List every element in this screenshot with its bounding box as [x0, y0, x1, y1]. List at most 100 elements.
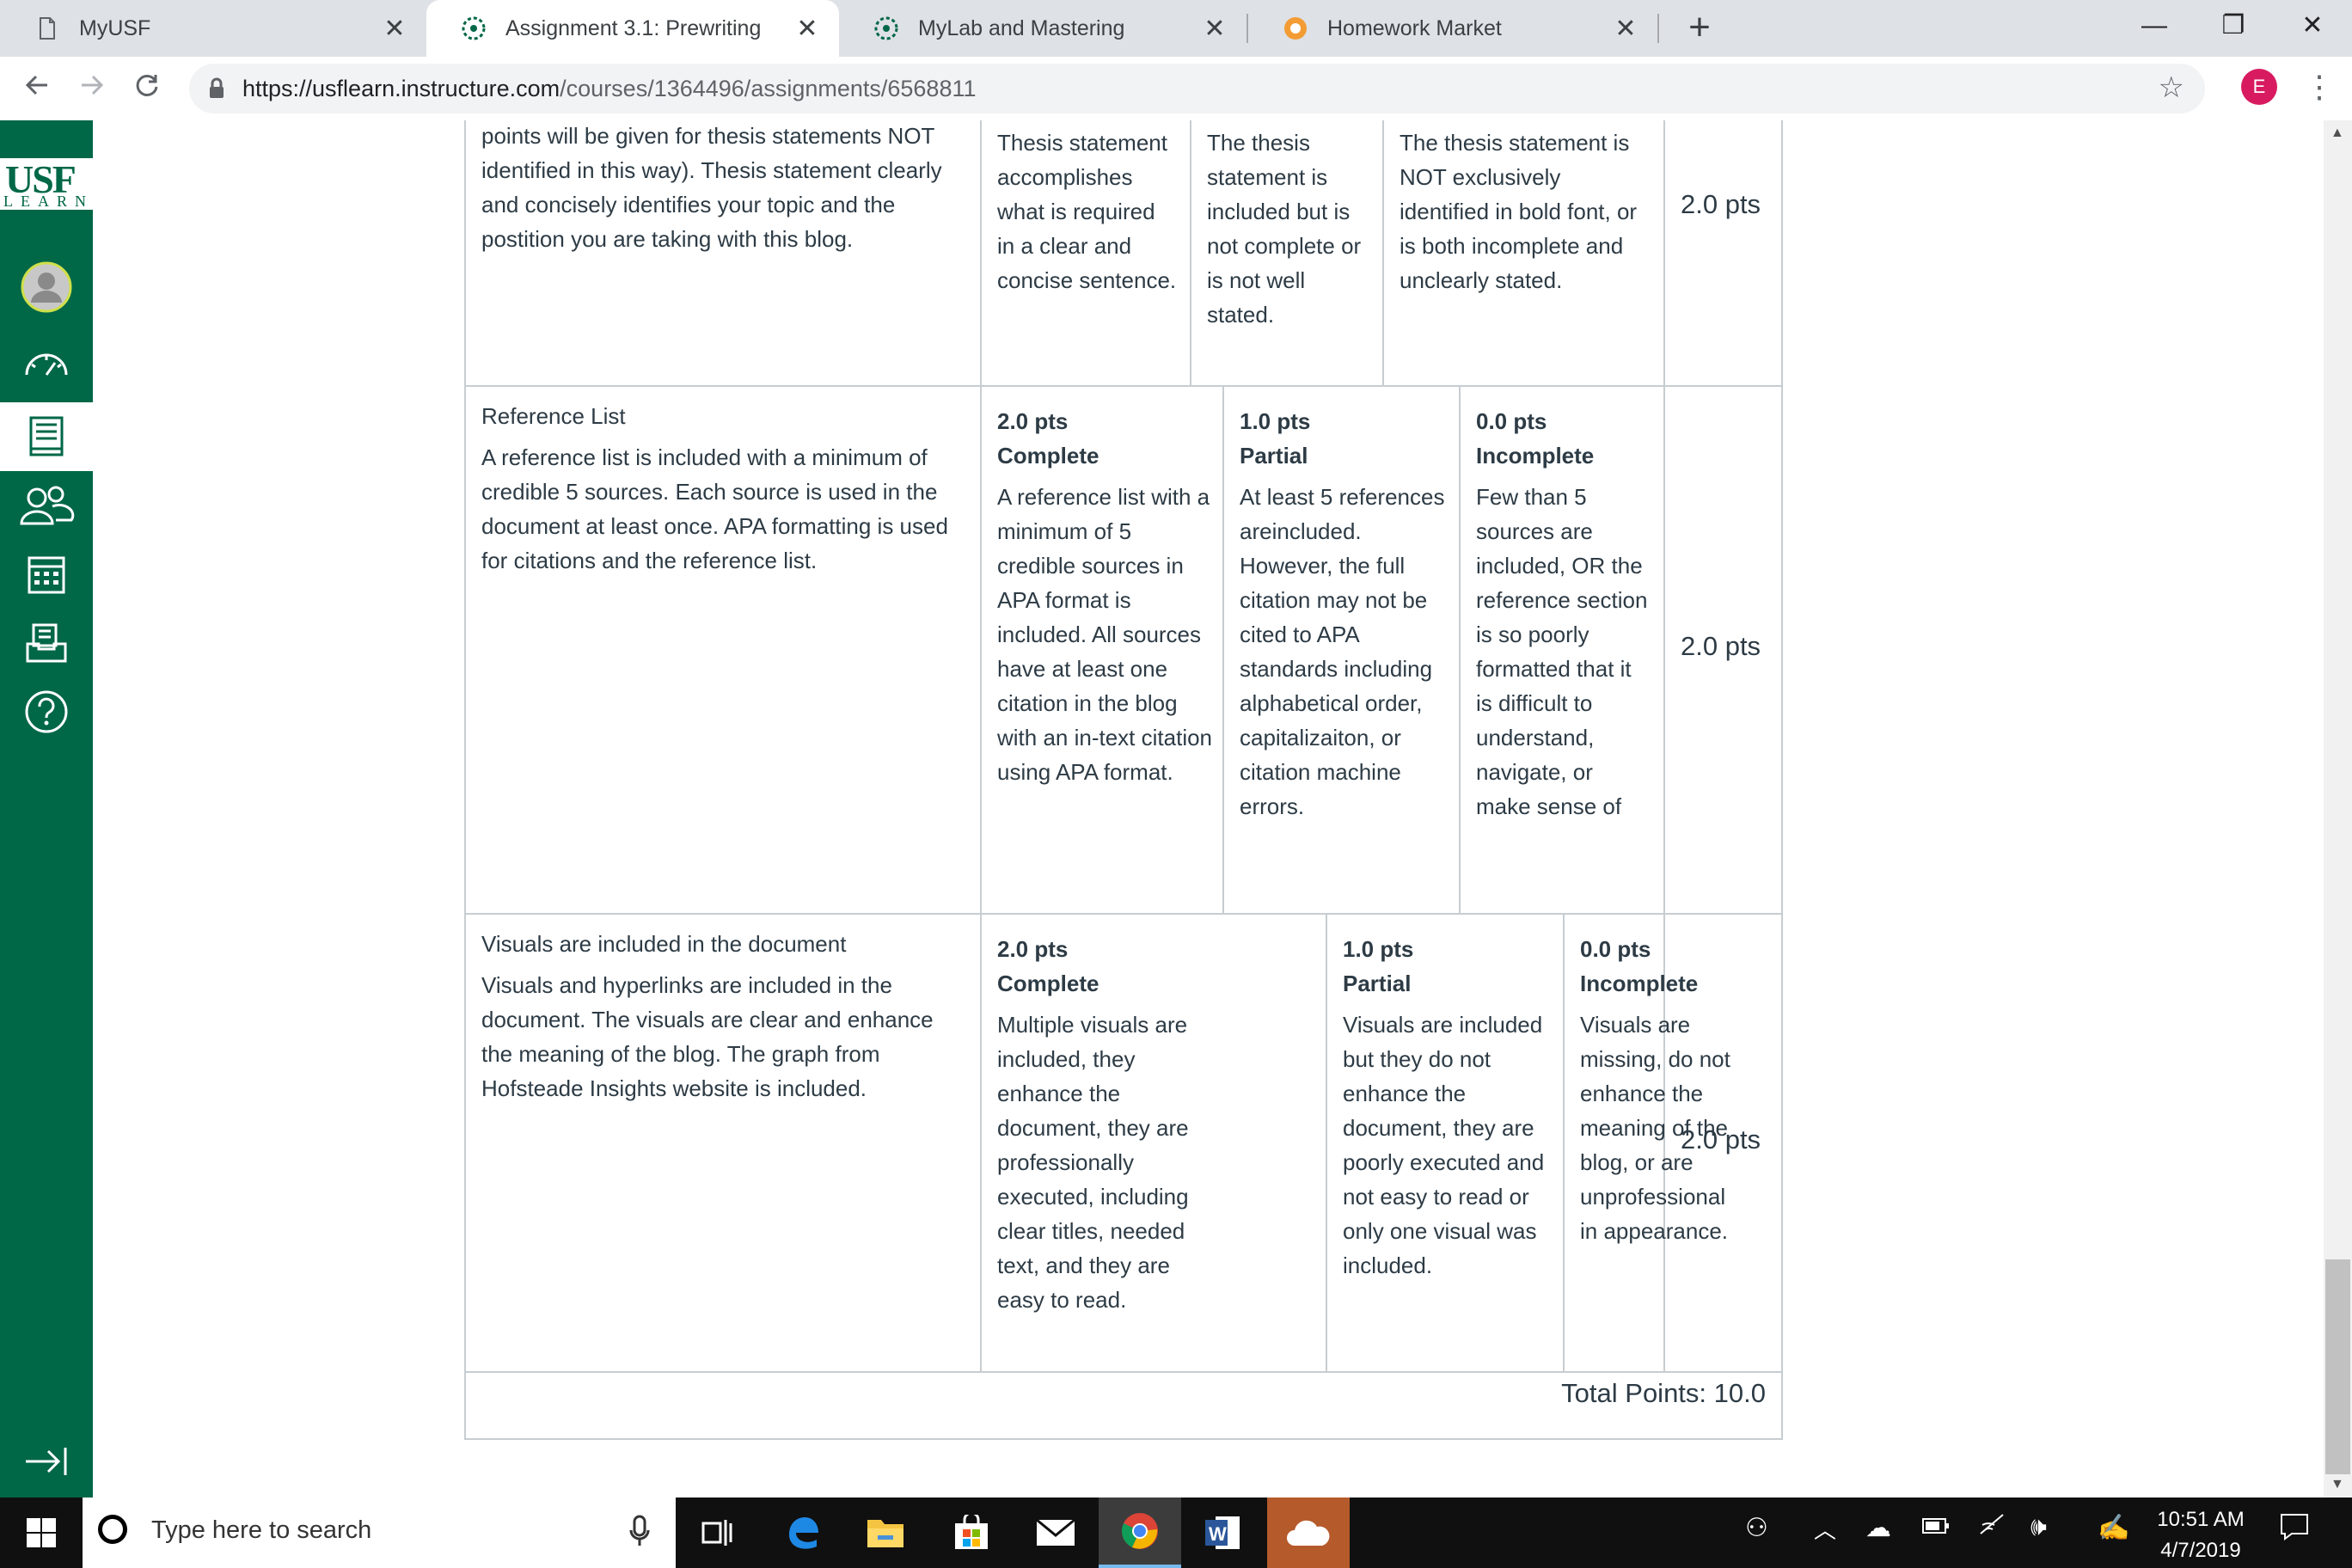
logo-sub-text: LEARN — [3, 193, 94, 210]
clock-time: 10:51 AM — [2157, 1508, 2245, 1531]
url-host: https://usflearn.instructure.com — [242, 76, 560, 101]
taskbar-search-box[interactable]: Type here to search — [83, 1498, 676, 1568]
nav-dashboard[interactable] — [0, 328, 93, 397]
rating-divider — [1563, 913, 1565, 1372]
profile-avatar[interactable]: E — [2241, 69, 2277, 105]
page-scrollbar[interactable]: ▲ ▼ — [2324, 120, 2352, 1498]
nav-groups[interactable] — [0, 471, 93, 540]
mail-icon — [1036, 1518, 1075, 1546]
scrollbar-thumb[interactable] — [2325, 1259, 2350, 1474]
forward-button[interactable] — [69, 65, 115, 112]
lock-icon — [210, 77, 224, 98]
file-explorer-icon — [867, 1520, 903, 1547]
rating-divider — [1326, 913, 1327, 1372]
close-tab-icon[interactable]: ✕ — [793, 14, 822, 44]
rating-points: 2.0 pts — [997, 936, 1069, 962]
nav-inbox[interactable] — [0, 609, 93, 677]
tab-title: Homework Market — [1327, 15, 1502, 40]
rating-title: Partial — [1240, 443, 1308, 469]
chrome-icon — [1121, 1513, 1158, 1549]
close-tab-icon[interactable]: ✕ — [1200, 14, 1229, 44]
address-bar[interactable]: https://usflearn.instructure.com/courses… — [189, 64, 2205, 113]
close-tab-icon[interactable]: ✕ — [380, 14, 409, 44]
criterion-title: Visuals are included in the document — [481, 931, 847, 957]
rating-description: The thesis statement is included but is … — [1207, 130, 1362, 328]
start-button[interactable] — [0, 1498, 83, 1568]
table-left-border — [464, 120, 466, 1440]
minimize-button[interactable]: — — [2115, 0, 2194, 57]
rating-points: 0.0 pts — [1580, 936, 1651, 962]
rating-description: The thesis statement is NOT exclusively … — [1400, 130, 1638, 293]
nav-help[interactable] — [0, 677, 93, 746]
scroll-up-icon[interactable]: ▲ — [2331, 126, 2344, 141]
file-explorer-button[interactable] — [844, 1498, 927, 1568]
scroll-down-icon[interactable]: ▼ — [2331, 1477, 2344, 1492]
back-arrow-icon — [25, 75, 47, 95]
store-button[interactable] — [930, 1498, 1013, 1568]
tab-assignment[interactable]: Assignment 3.1: Prewriting ✕ — [426, 0, 839, 57]
edge-button[interactable] — [762, 1498, 844, 1568]
rating-divider — [1222, 385, 1224, 914]
global-navigation: USF LEARN — [0, 120, 93, 1498]
table-bottom-border — [464, 1438, 1783, 1440]
task-view-button[interactable] — [676, 1498, 758, 1568]
rating-divider — [1190, 120, 1191, 386]
inbox-icon — [26, 623, 67, 663]
criterion-description: Visuals and hyperlinks are included in t… — [481, 972, 934, 1101]
action-center-icon[interactable] — [2280, 1513, 2309, 1547]
rating-cell: 1.0 pts Partial Visuals are included but… — [1343, 932, 1554, 1283]
people-icon[interactable]: ⚇ — [1745, 1513, 1768, 1543]
wifi-icon[interactable] — [1979, 1513, 2005, 1542]
restore-button[interactable]: ❐ — [2194, 0, 2273, 57]
nav-account[interactable] — [0, 253, 93, 322]
rating-divider — [1382, 120, 1384, 386]
forward-arrow-icon — [82, 75, 104, 95]
close-window-button[interactable]: ✕ — [2273, 0, 2352, 57]
onedrive-icon — [1287, 1520, 1330, 1546]
rating-points: 1.0 pts — [1343, 936, 1414, 962]
system-clock[interactable]: 10:51 AM 4/7/2019 — [2141, 1504, 2261, 1566]
onedrive-tray-icon[interactable]: ☁ — [1865, 1513, 1891, 1543]
browser-tab-strip: MyUSF ✕ Assignment 3.1: Prewriting ✕ MyL… — [0, 0, 2352, 57]
main-content: points will be given for thesis statemen… — [93, 120, 2324, 1498]
usf-learn-logo[interactable]: USF LEARN — [0, 157, 94, 210]
rating-title: Partial — [1343, 971, 1412, 996]
collapse-nav-button[interactable] — [22, 1446, 70, 1481]
chrome-button[interactable] — [1099, 1498, 1181, 1568]
total-points: Total Points: 10.0 — [1561, 1378, 1766, 1408]
canvas-icon — [873, 15, 899, 41]
close-tab-icon[interactable]: ✕ — [1611, 14, 1640, 44]
back-button[interactable] — [14, 65, 60, 112]
nav-calendar[interactable] — [0, 540, 93, 609]
onedrive-button[interactable] — [1267, 1498, 1350, 1568]
dashboard-icon — [25, 353, 68, 376]
groups-icon — [20, 486, 75, 525]
tab-myusf[interactable]: MyUSF ✕ — [0, 0, 426, 57]
reload-button[interactable] — [124, 65, 170, 112]
homework-market-icon — [1283, 15, 1308, 41]
new-tab-button[interactable]: + — [1678, 7, 1721, 50]
tab-title: Assignment 3.1: Prewriting — [505, 15, 762, 40]
rating-points: 0.0 pts — [1476, 408, 1547, 434]
cortana-icon — [98, 1515, 127, 1544]
rating-points: 1.0 pts — [1240, 408, 1311, 434]
word-button[interactable]: W — [1181, 1498, 1264, 1568]
rating-description: A reference list with a minimum of 5 cre… — [997, 484, 1213, 785]
tab-homework-market[interactable]: Homework Market ✕ — [1248, 0, 1657, 57]
browser-menu-icon[interactable]: ⋮ — [2304, 67, 2335, 107]
volume-icon[interactable]: 🕪 — [2030, 1513, 2047, 1542]
clock-date: 4/7/2019 — [2160, 1539, 2241, 1562]
rating-title: Complete — [997, 971, 1099, 996]
pen-workspace-icon[interactable]: ✍ — [2098, 1513, 2129, 1543]
bookmark-star-icon[interactable]: ☆ — [2159, 70, 2184, 105]
url-path: /courses/1364496/assignments/6568811 — [560, 76, 977, 101]
nav-courses[interactable] — [0, 402, 93, 471]
criterion-description: A reference list is included with a mini… — [481, 444, 948, 573]
show-hidden-icons-chevron[interactable]: ︿ — [1814, 1513, 1836, 1545]
mail-button[interactable] — [1014, 1498, 1097, 1568]
collapse-arrow-icon — [26, 1448, 67, 1475]
battery-icon[interactable] — [1922, 1513, 1950, 1542]
tab-mylab[interactable]: MyLab and Mastering ✕ — [839, 0, 1246, 57]
microphone-icon[interactable] — [629, 1515, 650, 1549]
page-icon — [34, 15, 60, 41]
